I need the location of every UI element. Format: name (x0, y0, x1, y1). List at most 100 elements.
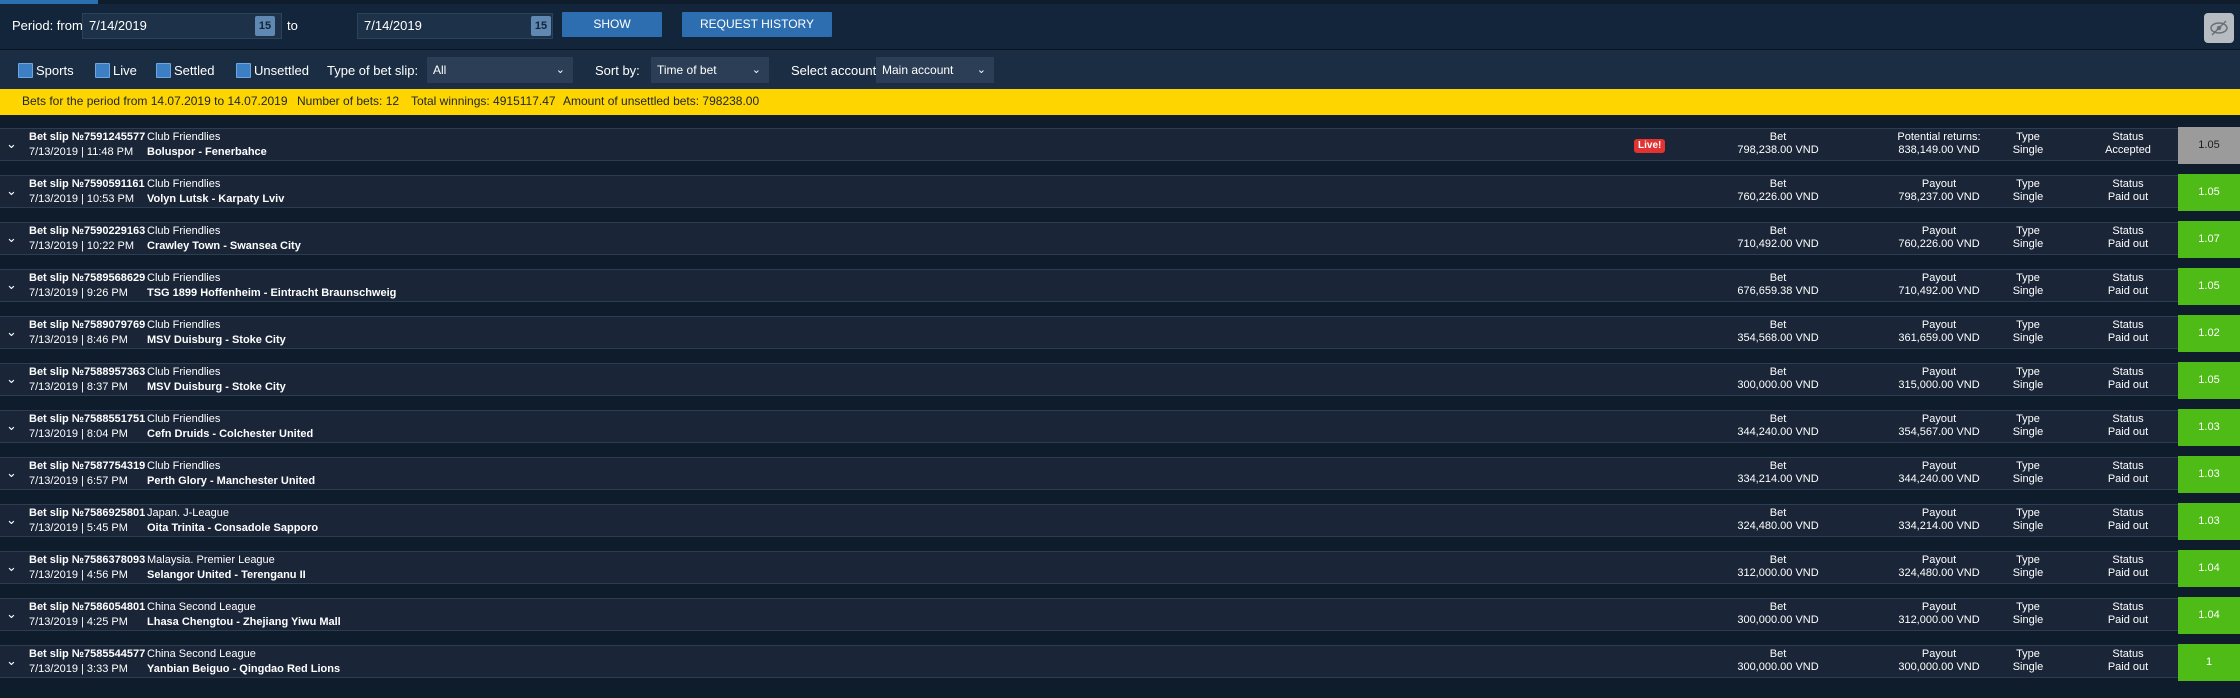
bet-slip-row[interactable]: ⌄ Bet slip №7591245577 7/13/2019 | 11:48… (0, 127, 2240, 164)
bet-datetime: 7/13/2019 | 5:45 PM (29, 522, 128, 534)
type-heading: Type (2016, 272, 2040, 284)
bet-slip-number: Bet slip №7588957363 (29, 366, 146, 378)
bet-status: Paid out (2107, 567, 2149, 579)
bet-datetime: 7/13/2019 | 8:04 PM (29, 428, 128, 440)
status-cell: Status Paid out (2094, 648, 2162, 673)
chevron-down-icon[interactable]: ⌄ (6, 136, 17, 152)
chevron-down-icon[interactable]: ⌄ (6, 606, 17, 622)
sort-label: Sort by: (595, 63, 640, 78)
type-heading: Type (2016, 601, 2040, 613)
bet-amount: 300,000.00 VND (1737, 661, 1819, 673)
payout-amount: 344,240.00 VND (1898, 473, 1980, 485)
chevron-down-icon[interactable]: ⌄ (6, 559, 17, 575)
hide-balance-eye-icon[interactable] (2204, 13, 2234, 43)
bet-amount-cell: Bet 334,214.00 VND (1720, 460, 1836, 485)
bet-heading: Bet (1769, 507, 1787, 519)
status-heading: Status (2112, 319, 2144, 331)
bet-slip-row[interactable]: ⌄ Bet slip №7586925801 7/13/2019 | 5:45 … (0, 503, 2240, 540)
bet-heading: Bet (1769, 554, 1787, 566)
live-checkbox[interactable] (95, 63, 110, 78)
from-calendar-icon[interactable]: 15 (255, 16, 275, 36)
type-cell: Type Single (2000, 601, 2056, 626)
bet-type: Single (2012, 473, 2044, 485)
bet-slip-row[interactable]: ⌄ Bet slip №7588957363 7/13/2019 | 8:37 … (0, 362, 2240, 399)
bet-type: Single (2012, 614, 2044, 626)
sports-checkbox[interactable] (18, 63, 33, 78)
payout-cell: Payout 344,240.00 VND (1866, 460, 2012, 485)
chevron-down-icon[interactable]: ⌄ (6, 324, 17, 340)
period-from-label: Period: from (12, 18, 83, 33)
status-cell: Status Paid out (2094, 460, 2162, 485)
bet-slip-number: Bet slip №7591245577 (29, 131, 146, 143)
bet-datetime: 7/13/2019 | 4:56 PM (29, 569, 128, 581)
bet-slip-row[interactable]: ⌄ Bet slip №7586054801 7/13/2019 | 4:25 … (0, 597, 2240, 634)
payout-heading: Payout (1921, 648, 1957, 660)
status-cell: Status Paid out (2094, 554, 2162, 579)
bets-summary-bar: Bets for the period from 14.07.2019 to 1… (0, 89, 2240, 118)
to-date-input[interactable]: 7/14/2019 (357, 13, 553, 39)
bet-type: Single (2012, 379, 2044, 391)
chevron-down-icon[interactable]: ⌄ (6, 418, 17, 434)
chevron-down-icon[interactable]: ⌄ (6, 465, 17, 481)
to-calendar-icon[interactable]: 15 (531, 16, 551, 36)
status-cell: Status Paid out (2094, 601, 2162, 626)
status-cell: Status Paid out (2094, 178, 2162, 203)
chevron-down-icon[interactable]: ⌄ (6, 512, 17, 528)
bet-amount-cell: Bet 300,000.00 VND (1720, 366, 1836, 391)
chevron-down-icon[interactable]: ⌄ (6, 371, 17, 387)
status-cell: Status Paid out (2094, 272, 2162, 297)
request-history-button[interactable]: REQUEST HISTORY (682, 12, 832, 37)
league-name: Club Friendlies (147, 178, 221, 190)
live-badge: Live! (1634, 139, 1666, 153)
chevron-down-icon[interactable]: ⌄ (6, 183, 17, 199)
bet-slip-row[interactable]: ⌄ Bet slip №7590591161 7/13/2019 | 10:53… (0, 174, 2240, 211)
bet-datetime: 7/13/2019 | 10:53 PM (29, 193, 134, 205)
bet-slip-row[interactable]: ⌄ Bet slip №7587754319 7/13/2019 | 6:57 … (0, 456, 2240, 493)
chevron-down-icon[interactable]: ⌄ (6, 277, 17, 293)
from-date-input[interactable]: 7/14/2019 (82, 13, 282, 39)
unsettled-checkbox[interactable] (236, 63, 251, 78)
payout-cell: Payout 798,237.00 VND (1866, 178, 2012, 203)
account-select[interactable]: Main account ⌄ (876, 57, 994, 83)
sort-select[interactable]: Time of bet ⌄ (651, 57, 769, 83)
chevron-down-icon[interactable]: ⌄ (6, 653, 17, 669)
bet-amount: 312,000.00 VND (1737, 567, 1819, 579)
bet-datetime: 7/13/2019 | 4:25 PM (29, 616, 128, 628)
bet-amount: 324,480.00 VND (1737, 520, 1819, 532)
payout-amount: 354,567.00 VND (1898, 426, 1980, 438)
bet-heading: Bet (1769, 319, 1787, 331)
odds-badge: 1.05 (2178, 268, 2240, 305)
match-name: MSV Duisburg - Stoke City (147, 381, 286, 393)
settled-checkbox[interactable] (156, 63, 171, 78)
show-button[interactable]: SHOW (562, 12, 662, 37)
bet-heading: Bet (1769, 131, 1787, 143)
bet-slip-row[interactable]: ⌄ Bet slip №7588551751 7/13/2019 | 8:04 … (0, 409, 2240, 446)
type-heading: Type (2016, 507, 2040, 519)
unsettled-label: Unsettled (254, 63, 309, 78)
payout-amount: 324,480.00 VND (1898, 567, 1980, 579)
to-label: to (287, 18, 298, 33)
bet-slip-row[interactable]: ⌄ Bet slip №7585544577 7/13/2019 | 3:33 … (0, 644, 2240, 681)
status-heading: Status (2112, 178, 2144, 190)
type-heading: Type (2016, 319, 2040, 331)
bet-slip-row[interactable]: ⌄ Bet slip №7589079769 7/13/2019 | 8:46 … (0, 315, 2240, 352)
payout-heading: Payout (1921, 507, 1957, 519)
bet-amount: 798,238.00 VND (1737, 144, 1819, 156)
bet-type: Single (2012, 567, 2044, 579)
bet-slip-row[interactable]: ⌄ Bet slip №7586378093 7/13/2019 | 4:56 … (0, 550, 2240, 587)
chevron-down-icon: ⌄ (555, 64, 565, 76)
status-heading: Status (2112, 366, 2144, 378)
status-cell: Status Paid out (2094, 319, 2162, 344)
bet-type-select[interactable]: All ⌄ (427, 57, 573, 83)
bet-slip-row[interactable]: ⌄ Bet slip №7590229163 7/13/2019 | 10:22… (0, 221, 2240, 258)
bet-amount: 300,000.00 VND (1737, 379, 1819, 391)
bet-slip-row[interactable]: ⌄ Bet slip №7589568629 7/13/2019 | 9:26 … (0, 268, 2240, 305)
bet-amount: 334,214.00 VND (1737, 473, 1819, 485)
bet-amount-cell: Bet 676,659.38 VND (1720, 272, 1836, 297)
chevron-down-icon[interactable]: ⌄ (6, 230, 17, 246)
odds-badge: 1.03 (2178, 503, 2240, 540)
odds-badge: 1.03 (2178, 456, 2240, 493)
odds-badge: 1.03 (2178, 409, 2240, 446)
match-name: MSV Duisburg - Stoke City (147, 334, 286, 346)
summary-count: Number of bets: 12 (297, 94, 400, 108)
